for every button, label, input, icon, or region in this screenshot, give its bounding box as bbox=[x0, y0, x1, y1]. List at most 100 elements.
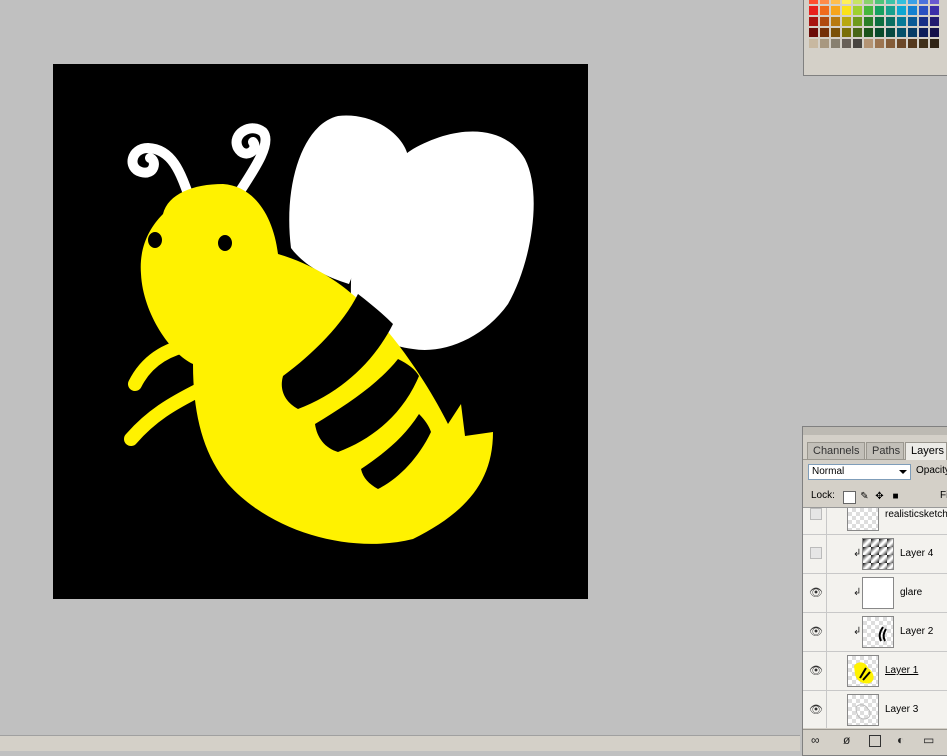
color-swatch[interactable] bbox=[809, 0, 819, 5]
color-swatch[interactable] bbox=[864, 28, 874, 38]
fill-label: Fi bbox=[940, 490, 947, 501]
color-swatch[interactable] bbox=[886, 39, 896, 49]
visibility-toggle[interactable] bbox=[805, 535, 827, 573]
tab-paths[interactable]: Paths bbox=[866, 442, 904, 459]
layer-thumbnail[interactable] bbox=[862, 577, 894, 609]
layer-row[interactable]: 👁 ↲ glare bbox=[803, 574, 947, 613]
color-swatch[interactable] bbox=[930, 39, 940, 49]
new-group-folder-icon[interactable]: ▭ bbox=[923, 734, 934, 746]
color-swatch[interactable] bbox=[930, 28, 940, 38]
color-swatch[interactable] bbox=[930, 0, 940, 5]
color-swatch[interactable] bbox=[820, 17, 830, 27]
color-swatch[interactable] bbox=[886, 0, 896, 5]
color-swatch[interactable] bbox=[853, 0, 863, 5]
visibility-toggle[interactable]: 👁 bbox=[805, 691, 827, 728]
color-swatch[interactable] bbox=[853, 6, 863, 16]
document-canvas[interactable] bbox=[53, 64, 588, 599]
color-swatch[interactable] bbox=[886, 17, 896, 27]
lock-position-move-icon[interactable]: ✥ bbox=[874, 491, 885, 502]
color-swatch[interactable] bbox=[842, 17, 852, 27]
visibility-toggle[interactable]: 👁 bbox=[805, 613, 827, 651]
color-swatch[interactable] bbox=[919, 39, 929, 49]
visibility-toggle[interactable]: 👁 bbox=[805, 574, 827, 612]
color-swatch[interactable] bbox=[908, 6, 918, 16]
color-swatch[interactable] bbox=[886, 28, 896, 38]
color-swatch[interactable] bbox=[853, 28, 863, 38]
layer-name: realisticsketch bbox=[885, 509, 947, 520]
color-swatch[interactable] bbox=[842, 0, 852, 5]
color-swatch[interactable] bbox=[919, 17, 929, 27]
layer-thumbnail[interactable] bbox=[862, 538, 894, 570]
color-swatch[interactable] bbox=[919, 28, 929, 38]
color-swatch[interactable] bbox=[908, 28, 918, 38]
blend-mode-select[interactable]: Normal bbox=[808, 464, 911, 480]
color-swatch[interactable] bbox=[831, 0, 841, 5]
color-swatch[interactable] bbox=[897, 28, 907, 38]
color-swatch[interactable] bbox=[864, 0, 874, 5]
layer-row[interactable]: realisticsketch bbox=[803, 508, 947, 535]
color-swatch[interactable] bbox=[820, 39, 830, 49]
color-swatch[interactable] bbox=[919, 0, 929, 5]
color-swatch[interactable] bbox=[820, 28, 830, 38]
color-swatch[interactable] bbox=[842, 6, 852, 16]
color-swatch[interactable] bbox=[864, 17, 874, 27]
color-swatch[interactable] bbox=[809, 17, 819, 27]
color-swatch[interactable] bbox=[897, 0, 907, 5]
color-swatch[interactable] bbox=[831, 17, 841, 27]
layer-thumbnail[interactable] bbox=[847, 694, 879, 726]
layer-row[interactable]: 👁 Layer 3 bbox=[803, 691, 947, 728]
color-swatch[interactable] bbox=[875, 0, 885, 5]
color-swatch[interactable] bbox=[908, 0, 918, 5]
layer-thumbnail[interactable] bbox=[847, 508, 879, 531]
lock-image-brush-icon[interactable]: ✎ bbox=[859, 491, 870, 502]
tab-layers[interactable]: Layers bbox=[905, 442, 947, 460]
color-swatch[interactable] bbox=[886, 6, 896, 16]
color-swatch[interactable] bbox=[864, 39, 874, 49]
color-swatch[interactable] bbox=[864, 6, 874, 16]
layer-thumbnail[interactable] bbox=[847, 655, 879, 687]
lock-all-padlock-icon[interactable]: ■ bbox=[890, 491, 901, 502]
link-layers-icon[interactable]: ∞ bbox=[811, 734, 820, 746]
visibility-toggle[interactable]: 👁 bbox=[805, 652, 827, 690]
layer-row[interactable]: 👁 Layer 1 bbox=[803, 652, 947, 691]
color-swatch[interactable] bbox=[809, 39, 819, 49]
layer-row[interactable]: ↲ Layer 4 bbox=[803, 535, 947, 574]
layer-row[interactable]: 👁 ↲ Layer 2 bbox=[803, 613, 947, 652]
color-swatch[interactable] bbox=[820, 6, 830, 16]
panel-footer: ∞ ø ◐ ▭ bbox=[803, 729, 947, 752]
leg-back bbox=[124, 382, 208, 446]
color-swatch[interactable] bbox=[875, 28, 885, 38]
color-swatch[interactable] bbox=[875, 6, 885, 16]
adjustment-layer-icon[interactable]: ◐ bbox=[897, 734, 904, 746]
color-swatch[interactable] bbox=[919, 6, 929, 16]
layer-name: Layer 4 bbox=[900, 548, 934, 559]
color-swatch[interactable] bbox=[809, 28, 819, 38]
panel-title-bar[interactable] bbox=[803, 427, 947, 435]
color-swatch[interactable] bbox=[930, 6, 940, 16]
color-swatch[interactable] bbox=[897, 17, 907, 27]
color-swatch[interactable] bbox=[809, 6, 819, 16]
color-swatch[interactable] bbox=[897, 39, 907, 49]
color-swatch[interactable] bbox=[853, 17, 863, 27]
color-swatch[interactable] bbox=[875, 17, 885, 27]
tab-channels[interactable]: Channels bbox=[807, 442, 865, 459]
lock-transparency-icon[interactable] bbox=[843, 491, 856, 504]
color-swatch[interactable] bbox=[842, 28, 852, 38]
layer-thumbnail[interactable] bbox=[862, 616, 894, 648]
color-swatch[interactable] bbox=[820, 0, 830, 5]
color-swatch[interactable] bbox=[908, 39, 918, 49]
layer-name: Layer 1 bbox=[885, 665, 919, 676]
color-swatch[interactable] bbox=[842, 39, 852, 49]
visibility-toggle[interactable] bbox=[805, 508, 827, 534]
add-mask-icon[interactable] bbox=[869, 735, 881, 747]
layer-style-icon[interactable]: ø bbox=[843, 734, 850, 746]
clipping-mask-arrow-icon: ↲ bbox=[853, 587, 862, 598]
color-swatch[interactable] bbox=[831, 6, 841, 16]
color-swatch[interactable] bbox=[930, 17, 940, 27]
color-swatch[interactable] bbox=[875, 39, 885, 49]
color-swatch[interactable] bbox=[831, 39, 841, 49]
color-swatch[interactable] bbox=[908, 17, 918, 27]
color-swatch[interactable] bbox=[831, 28, 841, 38]
color-swatch[interactable] bbox=[853, 39, 863, 49]
color-swatch[interactable] bbox=[897, 6, 907, 16]
